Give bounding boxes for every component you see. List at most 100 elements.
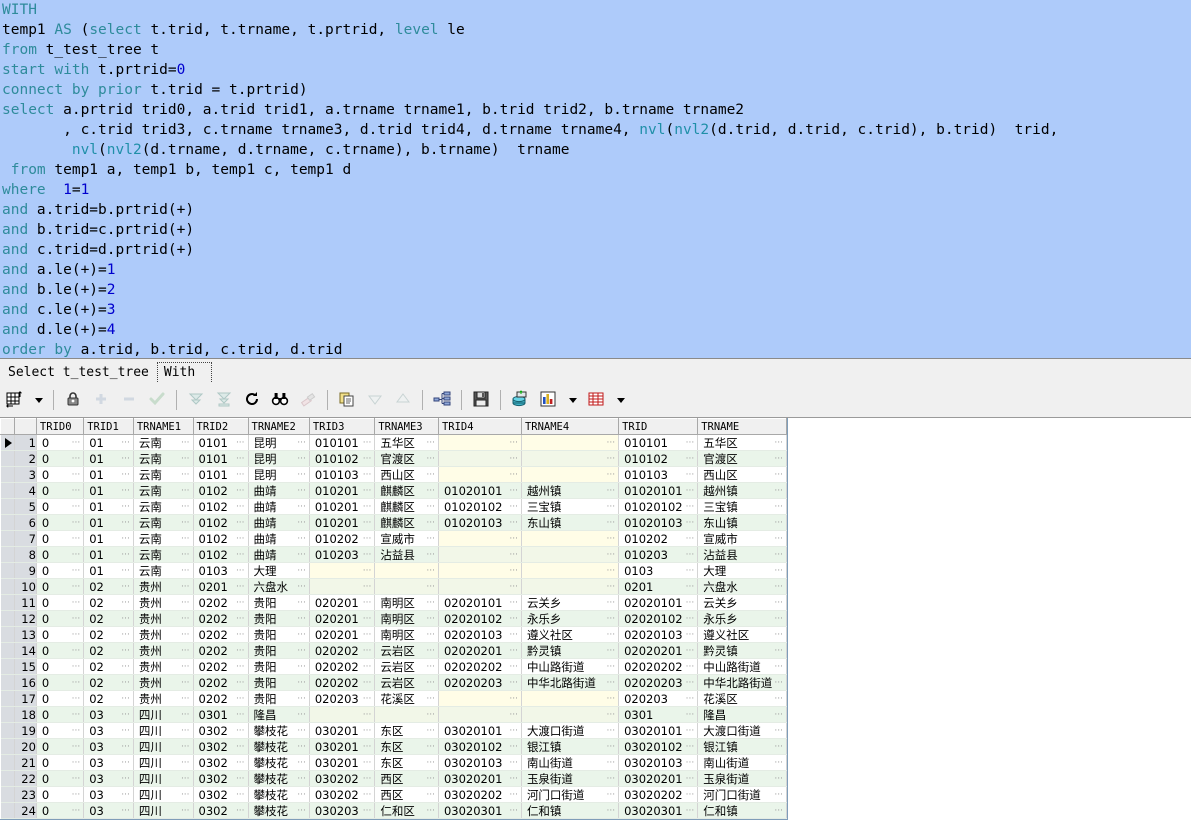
cell-ellipsis-button[interactable]: ··· <box>363 646 374 656</box>
cell-trid4[interactable]: ··· <box>438 546 522 563</box>
cell-trid1[interactable]: 01 ··· <box>83 466 134 483</box>
single-record-dropdown[interactable] <box>612 388 628 412</box>
cell-trid[interactable]: 03020201 ··· <box>618 770 699 787</box>
cell-trid4[interactable]: 02020102 ··· <box>438 610 522 627</box>
cell-trid3[interactable]: 020202 ··· <box>309 658 376 675</box>
cell-ellipsis-button[interactable]: ··· <box>297 630 308 640</box>
cell-ellipsis-button[interactable]: ··· <box>774 614 785 624</box>
cell-ellipsis-button[interactable]: ··· <box>606 790 617 800</box>
row-indicator[interactable] <box>0 498 15 515</box>
cell-trname2[interactable]: 六盘水 ··· <box>248 578 310 595</box>
cell-ellipsis-button[interactable]: ··· <box>363 502 374 512</box>
cell-trid1[interactable]: 03 ··· <box>83 754 134 771</box>
cell-ellipsis-button[interactable]: ··· <box>121 454 132 464</box>
cell-ellipsis-button[interactable]: ··· <box>72 694 83 704</box>
cell-trname3[interactable]: 西山区 ··· <box>374 466 439 483</box>
cell-ellipsis-button[interactable]: ··· <box>363 806 374 816</box>
cell-trname3[interactable]: 官渡区 ··· <box>374 450 439 467</box>
cell-trname[interactable]: 东山镇 ··· <box>697 514 787 531</box>
cell-ellipsis-button[interactable]: ··· <box>686 534 697 544</box>
cell-trid0[interactable]: 0 ··· <box>36 482 85 499</box>
cell-ellipsis-button[interactable]: ··· <box>686 630 697 640</box>
cell-ellipsis-button[interactable]: ··· <box>426 470 437 480</box>
column-header-trid3[interactable]: TRID3 <box>308 418 376 435</box>
cell-trid3[interactable]: 020203 ··· <box>309 690 376 707</box>
cell-ellipsis-button[interactable]: ··· <box>686 694 697 704</box>
cell-trid2[interactable]: 0302 ··· <box>193 770 249 787</box>
cell-ellipsis-button[interactable]: ··· <box>363 486 374 496</box>
cell-trid2[interactable]: 0102 ··· <box>193 546 249 563</box>
table-row[interactable]: 4 0 ··· 01 ··· 云南 ··· 0102 ··· 曲靖 ··· 010201 ··· 麒麟区 ·… <box>0 482 787 499</box>
cell-ellipsis-button[interactable]: ··· <box>236 614 247 624</box>
cell-trid4[interactable]: 03020101 ··· <box>438 722 522 739</box>
cell-ellipsis-button[interactable]: ··· <box>121 470 132 480</box>
cell-ellipsis-button[interactable]: ··· <box>121 630 132 640</box>
cell-trid[interactable]: 03020103 ··· <box>618 754 699 771</box>
cell-trid3[interactable]: 030201 ··· <box>309 722 376 739</box>
cell-trname2[interactable]: 攀枝花 ··· <box>248 786 310 803</box>
table-row[interactable]: 15 0 ··· 02 ··· 贵州 ··· 0202 ··· 贵阳 ··· 020202 ··· 云岩区… <box>0 658 787 675</box>
cell-trname1[interactable]: 贵州 ··· <box>133 674 194 691</box>
cell-ellipsis-button[interactable]: ··· <box>181 598 192 608</box>
cell-ellipsis-button[interactable]: ··· <box>121 518 132 528</box>
row-indicator[interactable] <box>0 754 15 771</box>
cell-trname4[interactable]: ··· <box>521 690 620 707</box>
cell-ellipsis-button[interactable]: ··· <box>774 774 785 784</box>
cell-ellipsis-button[interactable]: ··· <box>72 630 83 640</box>
cell-trname[interactable]: 六盘水 ··· <box>697 578 787 595</box>
cell-trname2[interactable]: 攀枝花 ··· <box>248 754 310 771</box>
row-indicator[interactable] <box>0 786 15 803</box>
cell-trid0[interactable]: 0 ··· <box>36 754 85 771</box>
cell-ellipsis-button[interactable]: ··· <box>363 742 374 752</box>
cell-ellipsis-button[interactable]: ··· <box>236 710 247 720</box>
cell-ellipsis-button[interactable]: ··· <box>121 486 132 496</box>
cell-ellipsis-button[interactable]: ··· <box>774 662 785 672</box>
cell-ellipsis-button[interactable]: ··· <box>774 790 785 800</box>
cell-trname2[interactable]: 攀枝花 ··· <box>248 738 310 755</box>
cell-ellipsis-button[interactable]: ··· <box>236 646 247 656</box>
row-indicator[interactable] <box>0 514 15 531</box>
cell-trid[interactable]: 01020101 ··· <box>618 482 699 499</box>
row-indicator[interactable] <box>0 562 15 579</box>
cell-trname[interactable]: 玉泉街道 ··· <box>697 770 787 787</box>
cell-trname[interactable]: 大理 ··· <box>697 562 787 579</box>
cell-trid0[interactable]: 0 ··· <box>36 674 85 691</box>
table-row[interactable]: 17 0 ··· 02 ··· 贵州 ··· 0202 ··· 贵阳 ··· 020203 ··· 花溪区… <box>0 690 787 707</box>
cell-trid2[interactable]: 0202 ··· <box>193 626 249 643</box>
cell-ellipsis-button[interactable]: ··· <box>236 694 247 704</box>
cell-trid[interactable]: 010203 ··· <box>618 546 699 563</box>
cell-ellipsis-button[interactable]: ··· <box>297 694 308 704</box>
cell-ellipsis-button[interactable]: ··· <box>121 774 132 784</box>
cell-trid[interactable]: 02020102 ··· <box>618 610 699 627</box>
table-row[interactable]: 6 0 ··· 01 ··· 云南 ··· 0102 ··· 曲靖 ··· 010201 ··· 麒麟区 ·… <box>0 514 787 531</box>
cell-trname2[interactable]: 昆明 ··· <box>248 434 310 451</box>
cell-trid3[interactable]: 010102 ··· <box>309 450 376 467</box>
cell-ellipsis-button[interactable]: ··· <box>606 502 617 512</box>
grid-layout-dropdown[interactable] <box>30 388 46 412</box>
cell-ellipsis-button[interactable]: ··· <box>426 534 437 544</box>
cell-ellipsis-button[interactable]: ··· <box>297 790 308 800</box>
cell-trname1[interactable]: 四川 ··· <box>133 802 194 819</box>
cell-ellipsis-button[interactable]: ··· <box>774 550 785 560</box>
cell-ellipsis-button[interactable]: ··· <box>509 694 520 704</box>
cell-ellipsis-button[interactable]: ··· <box>426 758 437 768</box>
table-row[interactable]: 9 0 ··· 01 ··· 云南 ··· 0103 ··· 大理 ··· ··· ··· ··· ··· 0… <box>0 562 787 579</box>
cell-trid[interactable]: 03020102 ··· <box>618 738 699 755</box>
cell-trname3[interactable]: 云岩区 ··· <box>374 642 439 659</box>
cell-ellipsis-button[interactable]: ··· <box>236 598 247 608</box>
cell-ellipsis-button[interactable]: ··· <box>72 806 83 816</box>
row-indicator[interactable] <box>0 450 15 467</box>
cell-ellipsis-button[interactable]: ··· <box>606 470 617 480</box>
cell-ellipsis-button[interactable]: ··· <box>686 566 697 576</box>
cell-trid3[interactable]: 010101 ··· <box>309 434 376 451</box>
cell-ellipsis-button[interactable]: ··· <box>72 662 83 672</box>
cell-trname1[interactable]: 四川 ··· <box>133 722 194 739</box>
cell-trid[interactable]: 03020101 ··· <box>618 722 699 739</box>
table-row[interactable]: 10 0 ··· 02 ··· 贵州 ··· 0201 ··· 六盘水 ··· ··· ··· ··· ··… <box>0 578 787 595</box>
cell-trname3[interactable]: 云岩区 ··· <box>374 674 439 691</box>
cell-ellipsis-button[interactable]: ··· <box>686 742 697 752</box>
cell-ellipsis-button[interactable]: ··· <box>606 438 617 448</box>
cell-ellipsis-button[interactable]: ··· <box>297 662 308 672</box>
cell-trname1[interactable]: 云南 ··· <box>133 434 194 451</box>
table-row[interactable]: 14 0 ··· 02 ··· 贵州 ··· 0202 ··· 贵阳 ··· 020202 ··· 云岩区… <box>0 642 787 659</box>
